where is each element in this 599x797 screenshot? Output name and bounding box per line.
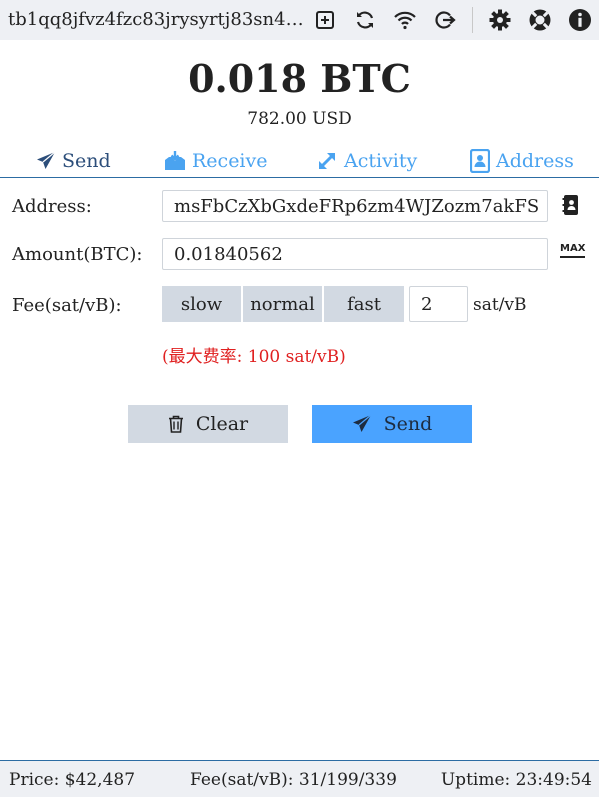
- top-bar: tb1qq8jfvz4fzc83jrysyrtj83sn4ps0…: [0, 0, 599, 40]
- clear-button[interactable]: Clear: [128, 405, 288, 443]
- fee-unit-label: sat/vB: [473, 295, 527, 315]
- tab-address[interactable]: Address: [470, 146, 574, 176]
- add-box-icon[interactable]: [312, 7, 338, 33]
- refresh-icon[interactable]: [352, 7, 378, 33]
- tab-activity[interactable]: Activity: [316, 146, 417, 176]
- fee-slow-button[interactable]: slow: [162, 286, 241, 322]
- trash-icon: [168, 415, 183, 433]
- fee-rate-input[interactable]: 2: [409, 286, 468, 322]
- tab-receive[interactable]: Receive: [164, 146, 268, 176]
- fiat-balance: 782.00 USD: [247, 109, 352, 129]
- tab-receive-label: Receive: [192, 150, 268, 172]
- max-fee-warning: (最大费率: 100 sat/vB): [162, 347, 346, 367]
- tab-send[interactable]: Send: [36, 146, 111, 176]
- tab-address-label: Address: [496, 150, 574, 172]
- settings-gear-icon[interactable]: [487, 7, 513, 33]
- swap-arrows-icon: [319, 153, 335, 169]
- contact-book-icon: [470, 149, 490, 173]
- address-label: Address:: [12, 196, 92, 217]
- fee-fast-button[interactable]: fast: [324, 286, 404, 322]
- toolbar-divider: [472, 7, 473, 33]
- address-input[interactable]: msFbCzXbGxdeFRp6zm4WJZozm7akFS: [162, 190, 548, 222]
- paper-plane-icon: [37, 151, 56, 169]
- lifebuoy-icon[interactable]: [527, 7, 553, 33]
- top-bar-icons: [312, 7, 593, 33]
- amount-input[interactable]: 0.01840562: [162, 238, 548, 270]
- tab-activity-label: Activity: [344, 150, 418, 172]
- paper-plane-icon: [352, 414, 372, 432]
- tab-bar: Send Receive Activity Address: [0, 146, 599, 178]
- address-book-icon[interactable]: [561, 194, 581, 220]
- max-button[interactable]: MAX: [560, 243, 586, 258]
- tab-send-label: Send: [62, 150, 111, 172]
- wallet-address[interactable]: tb1qq8jfvz4fzc83jrysyrtj83sn4ps0…: [8, 9, 313, 30]
- fee-status: Fee(sat/vB): 31/199/339: [190, 770, 397, 790]
- status-bar: Price: $42,487 Fee(sat/vB): 31/199/339 U…: [0, 760, 599, 797]
- fee-label: Fee(sat/vB):: [12, 295, 122, 316]
- send-button-label: Send: [383, 413, 433, 435]
- send-button[interactable]: Send: [312, 405, 472, 443]
- price-status: Price: $42,487: [9, 770, 136, 790]
- clear-button-label: Clear: [195, 413, 249, 435]
- info-icon[interactable]: [567, 7, 593, 33]
- uptime-status: Uptime: 23:49:54: [440, 770, 592, 790]
- inbox-download-icon: [165, 151, 185, 170]
- btc-balance: 0.018 BTC: [188, 56, 411, 101]
- logout-icon[interactable]: [432, 7, 458, 33]
- wifi-icon[interactable]: [392, 7, 418, 33]
- fee-normal-button[interactable]: normal: [243, 286, 322, 322]
- amount-label: Amount(BTC):: [12, 244, 143, 265]
